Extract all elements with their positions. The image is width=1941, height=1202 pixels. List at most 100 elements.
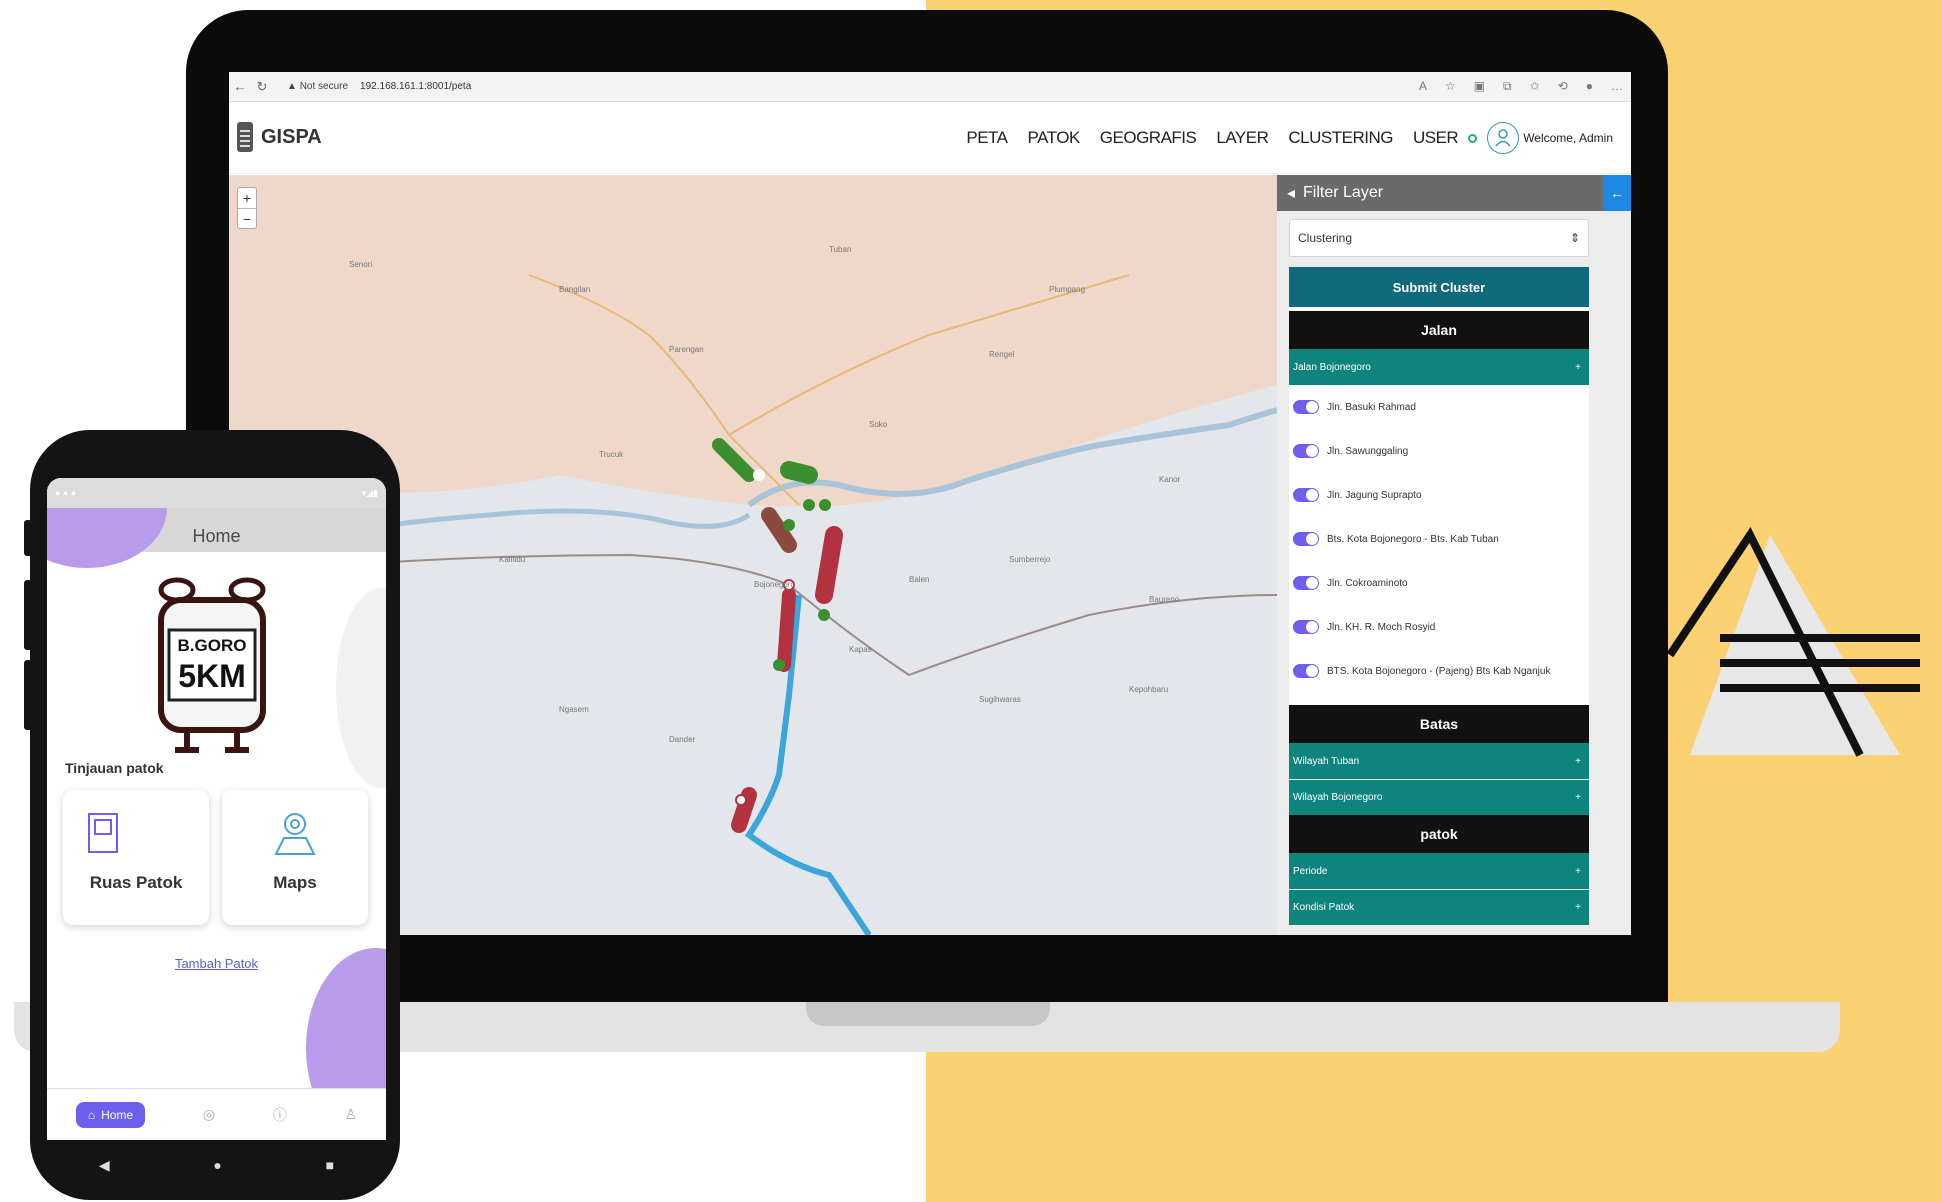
group-label: Wilayah Tuban bbox=[1293, 755, 1360, 767]
map-view[interactable]: + − Senori Bangilan Parengan Tuban Plump… bbox=[229, 175, 1631, 935]
menu-patok[interactable]: PATOK bbox=[1028, 128, 1081, 148]
split-screen-icon[interactable]: ▣ bbox=[1474, 79, 1485, 94]
nav-profile-icon[interactable]: ♙ bbox=[345, 1106, 358, 1123]
place-label-kapas: Kapas bbox=[849, 645, 872, 654]
place-label-balen: Balen bbox=[909, 575, 930, 584]
road-row[interactable]: Jln. Basuki Rahmad bbox=[1293, 385, 1585, 429]
layer-select[interactable]: Clustering ⇕ bbox=[1289, 219, 1589, 257]
security-warning[interactable]: ▲ Not secure bbox=[287, 81, 348, 92]
road-toggle[interactable] bbox=[1293, 664, 1319, 678]
place-label-kalitidu: Kalitidu bbox=[499, 555, 526, 564]
map-pin-icon bbox=[274, 813, 316, 855]
zoom-out-button[interactable]: − bbox=[238, 208, 256, 228]
user-avatar[interactable] bbox=[1487, 122, 1520, 154]
road-row[interactable]: Jln. Jagung Suprapto bbox=[1293, 473, 1585, 517]
layer-select-value: Clustering bbox=[1298, 231, 1353, 245]
filter-layer-header[interactable]: ◂ Filter Layer bbox=[1277, 175, 1631, 211]
road-row[interactable]: BTS. Kota Bojonegoro - (Pajeng) Bts Kab … bbox=[1293, 649, 1585, 693]
welcome-text: Welcome, Admin bbox=[1523, 131, 1613, 145]
road-toggle[interactable] bbox=[1293, 620, 1319, 634]
road-toggle[interactable] bbox=[1293, 488, 1319, 502]
patok-logo-icon bbox=[237, 122, 253, 152]
more-icon[interactable]: … bbox=[1611, 79, 1623, 94]
nav-info-icon[interactable]: ⓘ bbox=[273, 1105, 287, 1125]
online-status-icon bbox=[1468, 133, 1478, 143]
logo-line2: 5KM bbox=[178, 658, 246, 694]
phone-screen: ● ● ● ▾◢▮ Home B.GORO 5KM Tinjauan patok… bbox=[47, 478, 386, 1140]
back-icon[interactable]: ← bbox=[229, 79, 251, 94]
road-row[interactable]: Jln. Sawunggaling bbox=[1293, 429, 1585, 473]
maps-card[interactable]: Maps bbox=[222, 790, 368, 925]
card-label: Maps bbox=[273, 873, 317, 892]
laptop-screen: ← ↻ ▲ Not secure 192.168.161.1:8001/peta… bbox=[229, 72, 1631, 935]
zoom-control: + − bbox=[237, 187, 257, 229]
back-nav-icon[interactable]: ◀ bbox=[99, 1157, 110, 1174]
home-title: Home bbox=[192, 526, 241, 546]
road-toggle[interactable] bbox=[1293, 532, 1319, 546]
android-navigation: ◀ ● ■ bbox=[47, 1140, 386, 1190]
place-label-tuban: Tuban bbox=[829, 245, 852, 254]
road-row[interactable]: Bts. Kota Bojonegoro - Bts. Kab Tuban bbox=[1293, 517, 1585, 561]
zoom-in-button[interactable]: + bbox=[238, 188, 256, 208]
address-bar[interactable]: 192.168.161.1:8001/peta bbox=[360, 81, 471, 92]
patok-icon bbox=[88, 813, 118, 853]
home-nav-icon[interactable]: ● bbox=[213, 1157, 221, 1173]
card-label: Ruas Patok bbox=[89, 873, 183, 892]
menu-clustering[interactable]: CLUSTERING bbox=[1288, 128, 1393, 148]
favorite-icon[interactable]: ☆ bbox=[1445, 79, 1456, 94]
recents-nav-icon[interactable]: ■ bbox=[326, 1157, 334, 1173]
place-label-dander: Dander bbox=[669, 735, 696, 744]
group-label: Kondisi Patok bbox=[1293, 902, 1355, 913]
brand-name: GISPA bbox=[261, 125, 322, 148]
nav-home-button[interactable]: ⌂ Home bbox=[75, 1101, 146, 1128]
road-toggle[interactable] bbox=[1293, 444, 1319, 458]
nav-explore-icon[interactable]: ◎ bbox=[203, 1106, 215, 1123]
tambah-patok-link[interactable]: Tambah Patok bbox=[47, 956, 386, 971]
read-aloud-icon[interactable]: A bbox=[1419, 79, 1427, 94]
status-icons: ● ● ● bbox=[55, 488, 77, 498]
group-periode[interactable]: Periode + bbox=[1289, 853, 1589, 889]
road-toggle[interactable] bbox=[1293, 400, 1319, 414]
road-row[interactable]: Jln. Cokroaminoto bbox=[1293, 561, 1585, 605]
road-toggle[interactable] bbox=[1293, 576, 1319, 590]
place-label-rengel: Rengel bbox=[989, 350, 1015, 359]
menu-geografis[interactable]: GEOGRAFIS bbox=[1100, 128, 1197, 148]
brand[interactable]: GISPA bbox=[237, 122, 322, 152]
collections-icon[interactable]: ✩ bbox=[1530, 79, 1540, 94]
menu-user[interactable]: USER bbox=[1413, 128, 1459, 148]
road-row[interactable]: Jln. KH. R. Moch Rosyid bbox=[1293, 605, 1585, 649]
submit-cluster-button[interactable]: Submit Cluster bbox=[1289, 267, 1589, 307]
laptop-notch bbox=[806, 1002, 1050, 1026]
section-batas: Batas bbox=[1289, 705, 1589, 743]
group-wilayah-bojonegoro[interactable]: Wilayah Bojonegoro + bbox=[1289, 779, 1589, 815]
home-icon: ⌂ bbox=[87, 1107, 96, 1122]
place-label-ngasem: Ngasem bbox=[559, 705, 589, 714]
filter-body: Clustering ⇕ Submit Cluster Jalan Jalan … bbox=[1289, 219, 1589, 925]
group-wilayah-tuban[interactable]: Wilayah Tuban + bbox=[1289, 743, 1589, 779]
phone-side-button bbox=[24, 660, 32, 730]
place-label-parengan: Parengan bbox=[669, 345, 704, 354]
expand-icon: + bbox=[1575, 865, 1581, 877]
road-label: Jln. KH. R. Moch Rosyid bbox=[1327, 621, 1436, 633]
place-label-bangilan: Bangilan bbox=[559, 285, 591, 294]
browser-toolbar: ← ↻ ▲ Not secure 192.168.161.1:8001/peta… bbox=[229, 72, 1631, 102]
extensions-icon[interactable]: ⧉ bbox=[1503, 79, 1512, 94]
collapse-panel-button[interactable]: ← bbox=[1603, 175, 1631, 211]
group-kondisi-patok[interactable]: Kondisi Patok + bbox=[1289, 889, 1589, 925]
reload-icon[interactable]: ↻ bbox=[251, 79, 273, 95]
profile-icon[interactable]: ● bbox=[1586, 79, 1593, 94]
section-title: Tinjauan patok bbox=[65, 760, 164, 776]
group-label: Periode bbox=[1293, 865, 1328, 877]
group-jalan-label: Jalan Bojonegoro bbox=[1293, 361, 1371, 373]
menu-layer[interactable]: LAYER bbox=[1216, 128, 1269, 148]
group-jalan-bojonegoro[interactable]: Jalan Bojonegoro + bbox=[1289, 349, 1589, 385]
browser-tools: A ☆ ▣ ⧉ ✩ ⟲ ● … bbox=[1419, 79, 1623, 94]
ruas-patok-card[interactable]: Ruas Patok bbox=[63, 790, 209, 925]
place-label-kepohbaru: Kepohbaru bbox=[1129, 685, 1169, 694]
triangle-logo-icon bbox=[1666, 527, 1920, 757]
phone-side-button bbox=[24, 580, 32, 650]
menu-peta[interactable]: PETA bbox=[966, 128, 1008, 148]
history-icon[interactable]: ⟲ bbox=[1558, 79, 1568, 94]
expand-icon: + bbox=[1575, 902, 1581, 913]
logo-line1: B.GORO bbox=[177, 636, 247, 655]
